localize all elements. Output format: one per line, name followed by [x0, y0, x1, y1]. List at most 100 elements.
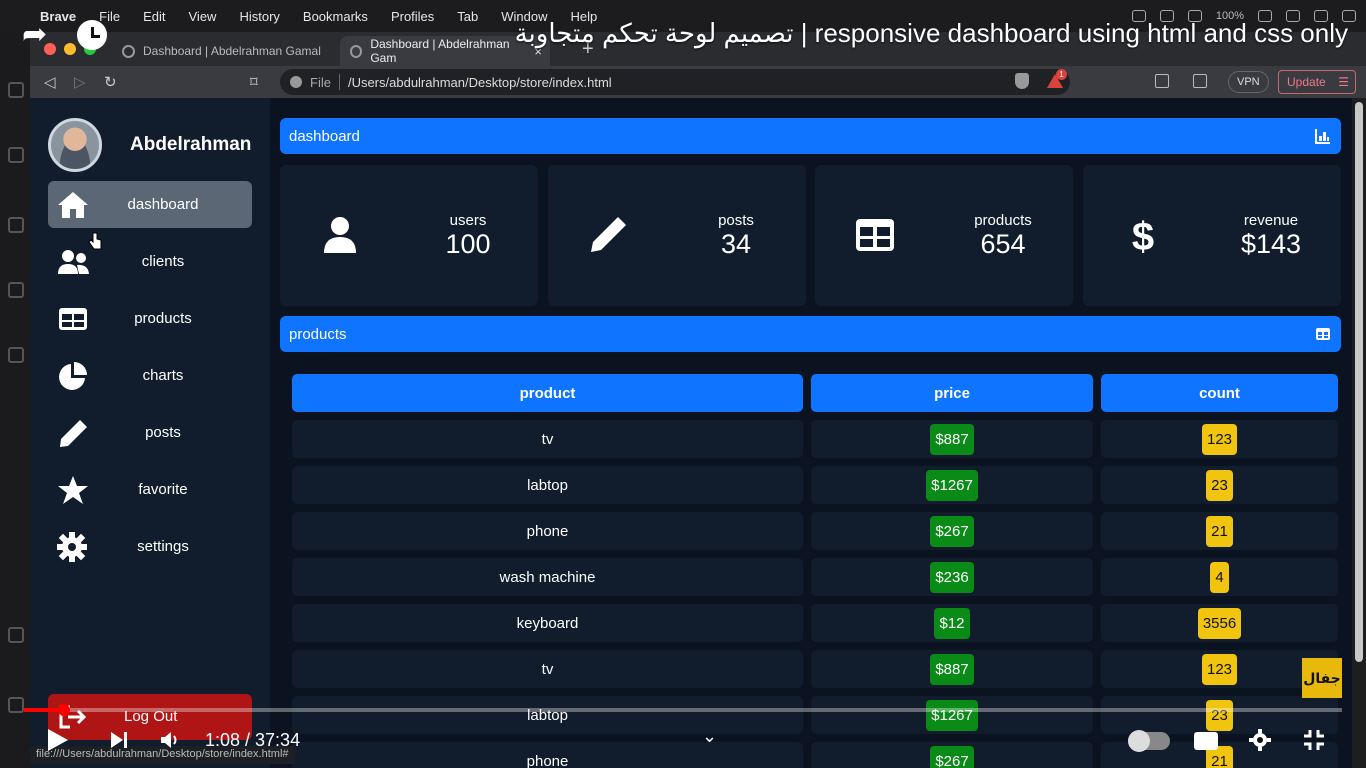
wallet-icon[interactable] — [1193, 74, 1207, 88]
watch-later-icon[interactable] — [77, 20, 107, 50]
tab-title: Dashboard | Abdelrahman Gamal — [143, 44, 321, 58]
table-row: tv $887 123 — [292, 650, 1338, 688]
products-header-bar: products — [280, 316, 1341, 352]
product-cell: labtop — [292, 696, 803, 734]
minimize-window-button[interactable] — [64, 43, 76, 55]
sidebar-item-label: charts — [142, 367, 184, 384]
table-header-row: product price count — [292, 374, 1338, 412]
price-cell: $887 — [811, 420, 1093, 458]
forward-icon[interactable]: ▷ — [74, 73, 86, 91]
debug-icon — [8, 217, 24, 233]
count-badge: 4 — [1210, 561, 1229, 593]
globe-icon — [122, 44, 135, 58]
browser-tab[interactable]: Dashboard | Abdelrahman Gamal — [112, 36, 330, 66]
chevron-down-icon[interactable]: ⌄ — [702, 726, 717, 747]
video-time: 1:08 / 37:34 — [205, 730, 301, 750]
stat-card-users: users 100 — [280, 165, 538, 306]
info-icon[interactable] — [290, 76, 302, 88]
menu-tab[interactable]: Tab — [457, 9, 478, 24]
address-bar[interactable]: File /Users/abdulrahman/Desktop/store/in… — [280, 69, 1070, 95]
update-button[interactable]: Update — [1278, 70, 1356, 94]
sidebar: Abdelrahman dashboard clients products c… — [30, 98, 270, 768]
share-icon[interactable]: ➦ — [22, 20, 52, 50]
video-scrubber-handle[interactable] — [58, 704, 70, 716]
dashboard-header-bar: dashboard — [280, 118, 1341, 154]
stat-card-revenue: $ revenue $143 — [1083, 165, 1341, 306]
menu-edit[interactable]: Edit — [143, 9, 165, 24]
sidebar-item-settings[interactable]: settings — [48, 523, 252, 570]
menu-file[interactable]: File — [99, 9, 120, 24]
table-row: labtop $1267 23 — [292, 696, 1338, 734]
stat-card-products: products 654 — [815, 165, 1073, 306]
manage-icon — [8, 697, 24, 713]
url-text[interactable]: /Users/abdulrahman/Desktop/store/index.h… — [348, 75, 612, 90]
sidebar-toggle-icon[interactable] — [1155, 74, 1169, 88]
count-badge: 23 — [1206, 699, 1233, 731]
sidebar-item-dashboard[interactable]: dashboard — [48, 181, 252, 228]
next-icon[interactable] — [110, 731, 128, 749]
price-cell: $236 — [811, 558, 1093, 596]
price-cell: $12 — [811, 604, 1093, 642]
stat-value: 34 — [720, 229, 752, 259]
scrollbar-thumb[interactable] — [1355, 102, 1363, 662]
column-header-product[interactable]: product — [292, 374, 803, 412]
table-icon — [856, 219, 894, 251]
search-icon — [8, 147, 24, 163]
table-icon — [1316, 328, 1330, 340]
stat-label: revenue — [1243, 212, 1299, 229]
vpn-button[interactable]: VPN — [1228, 71, 1269, 93]
menu-bookmarks[interactable]: Bookmarks — [303, 9, 368, 24]
column-header-count[interactable]: count — [1101, 374, 1338, 412]
background-app-strip — [0, 32, 30, 768]
sidebar-item-favorite[interactable]: favorite — [48, 466, 252, 513]
bookmark-icon[interactable]: ⌑ — [250, 73, 258, 91]
sidebar-item-label: settings — [137, 538, 189, 555]
extensions-icon — [8, 347, 24, 363]
count-badge: 123 — [1201, 423, 1238, 455]
volume-icon[interactable] — [160, 731, 180, 749]
menu-view[interactable]: View — [189, 9, 217, 24]
channel-watermark[interactable]: جفال — [1302, 658, 1342, 698]
table-row: phone $267 21 — [292, 512, 1338, 550]
count-cell: 123 — [1101, 420, 1338, 458]
table-row: tv $887 123 — [292, 420, 1338, 458]
count-cell: 21 — [1101, 512, 1338, 550]
play-icon[interactable] — [48, 729, 68, 751]
sidebar-item-products[interactable]: products — [48, 295, 252, 342]
table-row: keyboard $12 3556 — [292, 604, 1338, 642]
sidebar-item-posts[interactable]: posts — [48, 409, 252, 456]
autoplay-toggle[interactable] — [1128, 730, 1170, 752]
price-cell: $1267 — [811, 696, 1093, 734]
settings-gear-icon[interactable] — [1249, 729, 1271, 751]
product-cell: phone — [292, 742, 803, 768]
exit-fullscreen-icon[interactable] — [1303, 729, 1325, 751]
stat-value: $143 — [1240, 229, 1302, 259]
sidebar-item-clients[interactable]: clients — [48, 238, 252, 285]
section-title: dashboard — [289, 128, 360, 145]
back-icon[interactable]: ◁ — [44, 73, 56, 91]
sidebar-item-charts[interactable]: charts — [48, 352, 252, 399]
pencil-icon — [591, 217, 626, 252]
video-title[interactable]: تصميم لوحة تحكم متجاوبة | responsive das… — [515, 18, 1348, 49]
menu-profiles[interactable]: Profiles — [391, 9, 434, 24]
stat-value: 654 — [980, 229, 1026, 259]
count-cell: 3556 — [1101, 604, 1338, 642]
svg-text:$: $ — [1132, 215, 1154, 255]
video-progress-bar[interactable] — [24, 708, 1342, 712]
account-icon — [8, 627, 24, 643]
sidebar-item-label: posts — [145, 424, 181, 441]
stat-label: products — [974, 212, 1032, 229]
stat-label: users — [449, 212, 487, 229]
product-cell: tv — [292, 650, 803, 688]
brave-shield-icon[interactable] — [1015, 73, 1029, 89]
column-header-price[interactable]: price — [811, 374, 1093, 412]
sidebar-item-label: dashboard — [127, 196, 199, 213]
source-control-icon — [8, 282, 24, 298]
menu-history[interactable]: History — [239, 9, 279, 24]
page-scrollbar[interactable] — [1352, 98, 1366, 768]
count-cell: 4 — [1101, 558, 1338, 596]
captions-icon[interactable] — [1194, 732, 1218, 750]
price-badge: $887 — [930, 653, 974, 685]
reload-icon[interactable]: ↻ — [104, 73, 117, 91]
tab-title: Dashboard | Abdelrahman Gam — [370, 37, 510, 65]
